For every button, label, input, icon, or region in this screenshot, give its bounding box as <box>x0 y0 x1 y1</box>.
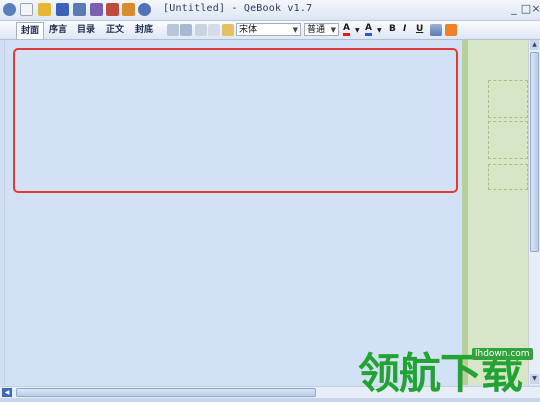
highlight-color-button[interactable]: A <box>365 24 372 36</box>
chevron-down-icon: ▼ <box>292 26 298 34</box>
panel-slot[interactable] <box>488 164 528 190</box>
copy-icon[interactable] <box>208 24 220 36</box>
horizontal-scroll-thumb[interactable] <box>16 388 316 397</box>
font-color-button[interactable]: A <box>343 24 350 36</box>
compile-icon[interactable] <box>106 3 119 16</box>
save-as-icon[interactable] <box>73 3 86 16</box>
tab-body[interactable]: 正文 <box>103 22 127 38</box>
panel-slot[interactable] <box>488 121 528 159</box>
close-button[interactable]: × <box>530 2 540 15</box>
title-bar: [Untitled] - QeBook v1.7 _ □ × <box>0 0 540 21</box>
app-window: [Untitled] - QeBook v1.7 _ □ × 封面 序言 目录 … <box>0 0 540 402</box>
font-style-value: 普通 <box>307 25 326 35</box>
vertical-scrollbar[interactable]: ▲ ▼ <box>528 40 540 385</box>
bold-button[interactable]: B <box>389 24 396 34</box>
align-icon[interactable] <box>430 24 442 36</box>
editor-canvas[interactable] <box>4 40 463 385</box>
cut-icon[interactable] <box>195 24 207 36</box>
scroll-down-icon[interactable]: ▼ <box>530 374 539 384</box>
font-family-value: 宋体 <box>239 25 258 35</box>
underline-button[interactable]: U <box>416 24 423 34</box>
help-icon[interactable] <box>138 3 151 16</box>
minimize-button[interactable]: _ <box>508 2 520 15</box>
scroll-left-icon[interactable]: ◀ <box>2 388 12 397</box>
side-panel <box>462 40 528 385</box>
new-file-icon[interactable] <box>20 3 33 16</box>
font-family-select[interactable]: 宋体 ▼ <box>236 23 301 36</box>
scroll-up-icon[interactable]: ▲ <box>530 40 539 50</box>
insert-table-icon[interactable] <box>180 24 192 36</box>
chevron-down-icon: ▼ <box>330 26 336 34</box>
tab-toc[interactable]: 目录 <box>74 22 98 38</box>
font-style-select[interactable]: 普通 ▼ <box>304 23 339 36</box>
chevron-down-icon[interactable]: ▼ <box>377 27 382 34</box>
open-folder-icon[interactable] <box>38 3 51 16</box>
export-icon[interactable] <box>90 3 103 16</box>
panel-slot[interactable] <box>488 80 528 118</box>
save-icon[interactable] <box>56 3 69 16</box>
paste-icon[interactable] <box>222 24 234 36</box>
chevron-down-icon[interactable]: ▼ <box>355 27 360 34</box>
tab-preface[interactable]: 序言 <box>46 22 70 38</box>
tab-cover[interactable]: 封面 <box>16 22 44 39</box>
home-icon[interactable] <box>122 3 135 16</box>
insert-image-icon[interactable] <box>167 24 179 36</box>
highlight-box <box>13 48 458 193</box>
toolbar: 封面 序言 目录 正文 封底 宋体 ▼ 普通 ▼ A ▼ A ▼ B I U <box>0 21 540 40</box>
settings-icon[interactable] <box>445 24 457 36</box>
watermark-url: lhdown.com <box>472 348 533 360</box>
italic-button[interactable]: I <box>403 24 406 34</box>
window-title: [Untitled] - QeBook v1.7 <box>163 3 313 14</box>
vertical-scroll-thumb[interactable] <box>530 52 539 252</box>
tab-back-cover[interactable]: 封底 <box>132 22 156 38</box>
app-menu-icon[interactable] <box>3 3 16 16</box>
